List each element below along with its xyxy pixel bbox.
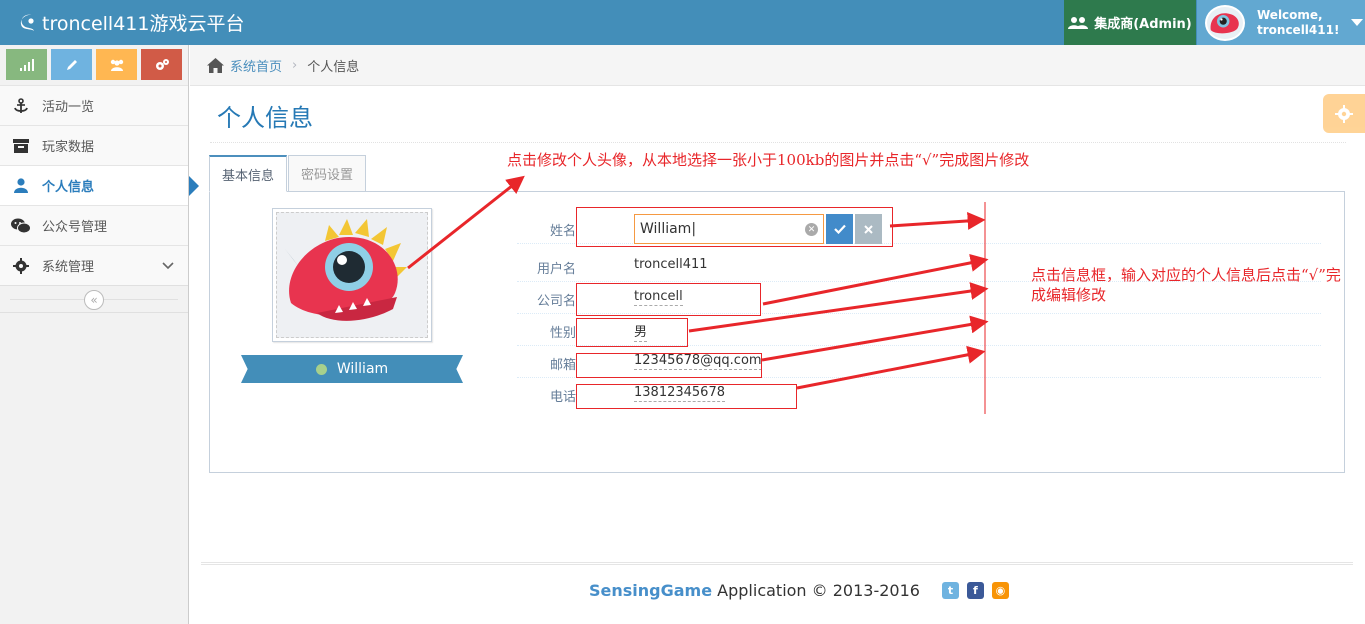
user-menu-button[interactable]: Welcome, troncell411! — [1197, 0, 1365, 45]
welcome-line-2: troncell411! — [1257, 22, 1340, 37]
welcome-line-1: Welcome, — [1257, 7, 1323, 22]
rss-icon[interactable]: ◉ — [991, 582, 1009, 599]
shortcut-stats-button[interactable] — [6, 49, 47, 80]
profile-label: 姓名 — [549, 224, 576, 239]
sidebar-collapse-button[interactable]: « — [84, 290, 104, 310]
tab-basic-info[interactable]: 基本信息 — [209, 155, 288, 192]
profile-value: troncell411 — [634, 257, 708, 272]
role-label: 集成商(Admin) — [1094, 17, 1192, 32]
annotation-box-name — [576, 207, 893, 247]
nav-avatar — [1205, 4, 1245, 41]
page-header-divider — [210, 142, 1346, 143]
footer-copyright: Application © 2013-2016 — [712, 581, 920, 600]
monster-avatar-icon — [277, 213, 427, 337]
annotation-box-company — [576, 283, 761, 316]
annotation-info-tip-1: 点击信息框，输入对应的个人信息后点击“√”完 — [1031, 266, 1341, 284]
profile-label: 用户名 — [536, 262, 576, 277]
footer: SensingGame Application © 2013-2016 t f … — [589, 581, 1009, 600]
sidebar-item-label: 个人信息 — [42, 180, 95, 195]
profile-label: 公司名 — [536, 294, 576, 309]
shortcut-edit-button[interactable] — [51, 49, 92, 80]
shortcut-users-button[interactable] — [96, 49, 137, 80]
annotation-box-gender — [576, 318, 688, 347]
facebook-icon[interactable]: f — [966, 582, 984, 599]
sidebar-item-activities[interactable]: 活动一览 — [0, 85, 188, 125]
user-icon — [11, 178, 31, 193]
sidebar-item-player-data[interactable]: 玩家数据 — [0, 125, 188, 165]
profile-name-ribbon: William — [241, 355, 463, 383]
breadcrumb-separator-icon: › — [292, 57, 298, 73]
gear-icon — [1335, 104, 1353, 123]
users-icon — [1068, 16, 1089, 29]
profile-label: 电话 — [549, 390, 576, 405]
footer-divider — [201, 562, 1353, 565]
profile-tabs: 基本信息 密码设置 — [209, 155, 367, 192]
annotation-info-tip-2: 成编辑修改 — [1031, 286, 1107, 304]
twitter-icon[interactable]: t — [941, 582, 959, 599]
top-navbar: troncell411游戏云平台 集成商(Admin) Welcome, tro… — [0, 0, 1365, 45]
brand[interactable]: troncell411游戏云平台 — [18, 9, 244, 36]
tab-password[interactable]: 密码设置 — [288, 155, 367, 192]
sidebar-item-wechat[interactable]: 公众号管理 — [0, 205, 188, 245]
profile-label: 性别 — [549, 326, 576, 341]
annotation-box-email — [576, 353, 762, 378]
breadcrumb-current: 个人信息 — [307, 59, 360, 75]
home-icon[interactable] — [207, 57, 224, 73]
wechat-icon — [11, 218, 31, 234]
brand-logo-icon — [20, 14, 34, 31]
profile-display-name: William — [336, 361, 389, 377]
archive-icon — [11, 138, 31, 153]
cogs-icon — [155, 58, 169, 70]
signal-icon — [19, 58, 34, 71]
role-menu-button[interactable]: 集成商(Admin) — [1064, 0, 1196, 45]
sidebar-item-system[interactable]: 系统管理 — [0, 245, 188, 285]
shortcut-settings-button[interactable] — [141, 49, 182, 80]
cog-icon — [11, 257, 31, 274]
sidebar-item-label: 系统管理 — [42, 260, 95, 275]
chevron-down-icon — [162, 261, 174, 269]
online-status-icon — [315, 363, 327, 375]
avatar-upload[interactable] — [272, 208, 432, 342]
breadcrumb-home-link[interactable]: 系统首页 — [230, 56, 282, 75]
group-icon — [110, 59, 123, 71]
page-title: 个人信息 — [217, 104, 313, 132]
monster-avatar-icon — [1210, 12, 1239, 33]
annotation-avatar-tip: 点击修改个人头像，从本地选择一张小于100kb的图片并点击“√”完成图片修改 — [507, 151, 1030, 169]
anchor-icon — [11, 97, 31, 114]
annotation-box-phone — [576, 384, 797, 409]
pencil-icon — [66, 59, 77, 70]
app-title: troncell411游戏云平台 — [42, 13, 245, 35]
breadcrumb: 系统首页 › 个人信息 — [190, 45, 1365, 86]
footer-brand: SensingGame — [589, 581, 713, 600]
ace-settings-button[interactable] — [1323, 94, 1365, 133]
sidebar-shortcuts — [0, 45, 188, 85]
double-angle-left-icon: « — [90, 293, 98, 307]
avatar — [276, 212, 428, 338]
sidebar: 活动一览 玩家数据 个人信息 公众号管理 系统管理 « — [0, 45, 189, 624]
sidebar-collapse-row: « — [0, 285, 188, 313]
sidebar-item-label: 公众号管理 — [42, 220, 108, 235]
sidebar-item-label: 玩家数据 — [42, 140, 95, 155]
caret-down-icon — [1351, 19, 1364, 26]
sidebar-item-label: 活动一览 — [42, 100, 95, 115]
profile-label: 邮箱 — [549, 358, 576, 373]
sidebar-item-profile[interactable]: 个人信息 — [0, 165, 188, 205]
